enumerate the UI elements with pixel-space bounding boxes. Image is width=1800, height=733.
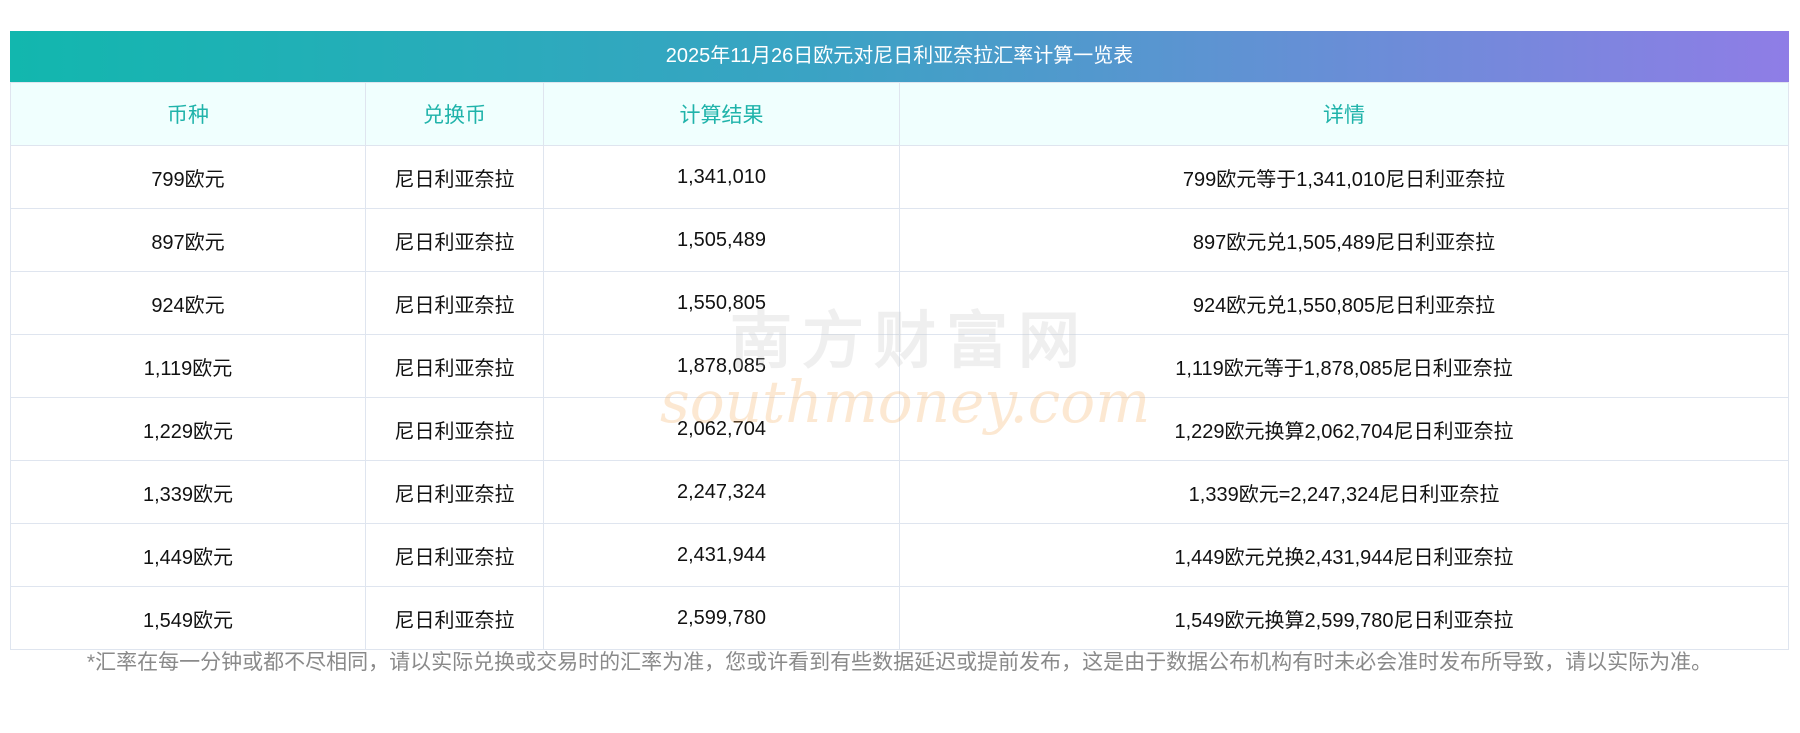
cell-result: 1,550,805	[543, 271, 900, 335]
table-row: 897欧元 尼日利亚奈拉 1,505,489 897欧元兑1,505,489尼日利亚奈…	[10, 208, 1789, 272]
cell-currency: 897欧元	[10, 208, 366, 272]
cell-currency: 1,549欧元	[10, 586, 366, 650]
cell-target-currency: 尼日利亚奈拉	[365, 586, 544, 650]
cell-target-currency: 尼日利亚奈拉	[365, 523, 544, 587]
disclaimer-note: *汇率在每一分钟或都不尽相同，请以实际兑换或交易时的汇率为准，您或许看到有些数据…	[86, 651, 1713, 674]
cell-currency: 799欧元	[10, 145, 366, 209]
cell-target-currency: 尼日利亚奈拉	[365, 208, 544, 272]
cell-result: 2,431,944	[543, 523, 900, 587]
cell-result: 1,878,085	[543, 334, 900, 398]
table-row: 924欧元 尼日利亚奈拉 1,550,805 924欧元兑1,550,805尼日利亚奈…	[10, 271, 1789, 335]
table-row: 1,549欧元 尼日利亚奈拉 2,599,780 1,549欧元换算2,599,780…	[10, 586, 1789, 650]
rate-table: 币种 兑换币 计算结果 详情 799欧元 尼日利亚奈拉 1,341,010 799欧元…	[10, 82, 1789, 650]
cell-currency: 1,229欧元	[10, 397, 366, 461]
table-row: 799欧元 尼日利亚奈拉 1,341,010 799欧元等于1,341,010尼日利亚…	[10, 145, 1789, 209]
cell-details: 924欧元兑1,550,805尼日利亚奈拉	[899, 271, 1789, 335]
cell-target-currency: 尼日利亚奈拉	[365, 460, 544, 524]
table-row: 1,339欧元 尼日利亚奈拉 2,247,324 1,339欧元=2,247,324尼…	[10, 460, 1789, 524]
cell-currency: 924欧元	[10, 271, 366, 335]
cell-target-currency: 尼日利亚奈拉	[365, 334, 544, 398]
cell-result: 2,062,704	[543, 397, 900, 461]
cell-result: 2,599,780	[543, 586, 900, 650]
cell-result: 2,247,324	[543, 460, 900, 524]
table-row: 1,229欧元 尼日利亚奈拉 2,062,704 1,229欧元换算2,062,704…	[10, 397, 1789, 461]
cell-result: 1,505,489	[543, 208, 900, 272]
column-header-details: 详情	[899, 82, 1789, 146]
table-row: 1,449欧元 尼日利亚奈拉 2,431,944 1,449欧元兑换2,431,944…	[10, 523, 1789, 587]
cell-target-currency: 尼日利亚奈拉	[365, 145, 544, 209]
cell-details: 1,549欧元换算2,599,780尼日利亚奈拉	[899, 586, 1789, 650]
rate-table-container: 2025年11月26日欧元对尼日利亚奈拉汇率计算一览表 币种 兑换币 计算结果 …	[10, 31, 1789, 650]
table-title: 2025年11月26日欧元对尼日利亚奈拉汇率计算一览表	[10, 31, 1789, 82]
table-header-row: 币种 兑换币 计算结果 详情	[10, 82, 1789, 146]
cell-currency: 1,449欧元	[10, 523, 366, 587]
cell-currency: 1,339欧元	[10, 460, 366, 524]
cell-details: 897欧元兑1,505,489尼日利亚奈拉	[899, 208, 1789, 272]
cell-result: 1,341,010	[543, 145, 900, 209]
column-header-target-currency: 兑换币	[365, 82, 544, 146]
cell-currency: 1,119欧元	[10, 334, 366, 398]
table-row: 1,119欧元 尼日利亚奈拉 1,878,085 1,119欧元等于1,878,085…	[10, 334, 1789, 398]
cell-details: 1,229欧元换算2,062,704尼日利亚奈拉	[899, 397, 1789, 461]
cell-target-currency: 尼日利亚奈拉	[365, 271, 544, 335]
cell-details: 1,449欧元兑换2,431,944尼日利亚奈拉	[899, 523, 1789, 587]
cell-details: 1,119欧元等于1,878,085尼日利亚奈拉	[899, 334, 1789, 398]
cell-target-currency: 尼日利亚奈拉	[365, 397, 544, 461]
column-header-result: 计算结果	[543, 82, 900, 146]
cell-details: 799欧元等于1,341,010尼日利亚奈拉	[899, 145, 1789, 209]
column-header-currency: 币种	[10, 82, 366, 146]
cell-details: 1,339欧元=2,247,324尼日利亚奈拉	[899, 460, 1789, 524]
